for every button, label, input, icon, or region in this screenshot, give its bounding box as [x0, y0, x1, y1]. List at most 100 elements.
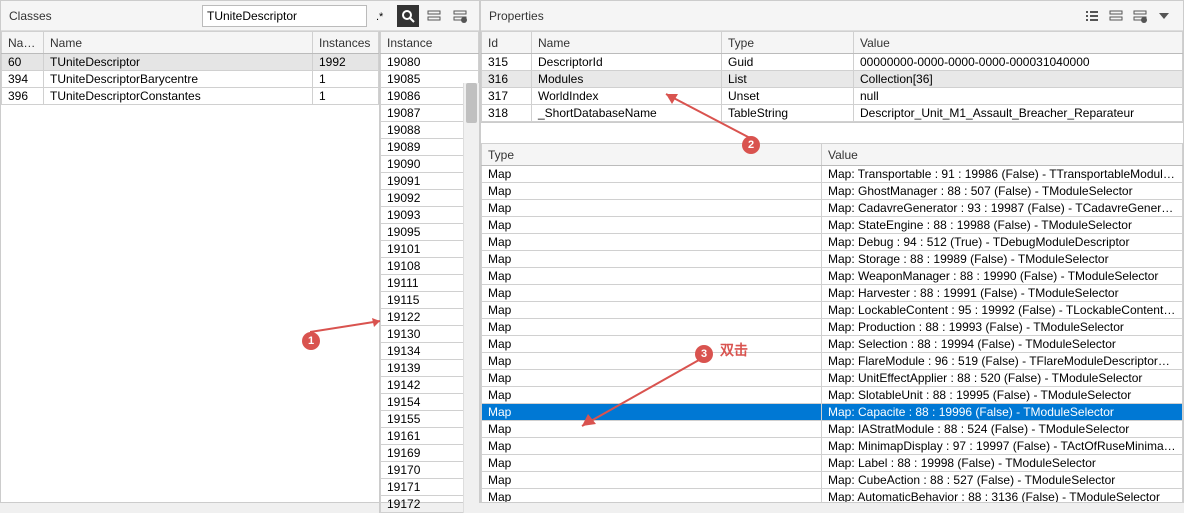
module-row[interactable]: MapMap: CadavreGenerator : 93 : 19987 (F…	[482, 200, 1183, 217]
prop-type: Guid	[722, 54, 854, 71]
class-row[interactable]: 396TUniteDescriptorConstantes1	[2, 88, 379, 105]
properties-table[interactable]: Id Name Type Value 315DescriptorIdGuid00…	[481, 31, 1183, 122]
classes-header: Classes .*	[1, 1, 479, 31]
module-value: Map: IAStratModule : 88 : 524 (False) - …	[822, 421, 1183, 438]
prop-name: _ShortDatabaseName	[532, 105, 722, 122]
col-count[interactable]: Instances	[313, 32, 379, 54]
grid-view-icon[interactable]	[1105, 5, 1127, 27]
module-row[interactable]: MapMap: UnitEffectApplier : 88 : 520 (Fa…	[482, 370, 1183, 387]
dropdown-icon[interactable]	[1153, 5, 1175, 27]
module-value: Map: FlareModule : 96 : 519 (False) - TF…	[822, 353, 1183, 370]
module-value: Map: Label : 88 : 19998 (False) - TModul…	[822, 455, 1183, 472]
module-value: Map: Transportable : 91 : 19986 (False) …	[822, 166, 1183, 183]
module-row[interactable]: MapMap: FlareModule : 96 : 519 (False) -…	[482, 353, 1183, 370]
instance-id: 19080	[381, 54, 479, 71]
module-type: Map	[482, 234, 822, 251]
class-name: TUniteDescriptor	[44, 54, 313, 71]
module-type: Map	[482, 200, 822, 217]
module-row[interactable]: MapMap: AutomaticBehavior : 88 : 3136 (F…	[482, 489, 1183, 503]
prop-type: TableString	[722, 105, 854, 122]
collapse-icon[interactable]	[449, 5, 471, 27]
module-row[interactable]: MapMap: Label : 88 : 19998 (False) - TMo…	[482, 455, 1183, 472]
module-type: Map	[482, 336, 822, 353]
col-instance[interactable]: Instance	[381, 32, 479, 54]
properties-pane: Properties Id Name Type Value 315Descrip…	[480, 0, 1184, 503]
module-row[interactable]: MapMap: Storage : 88 : 19989 (False) - T…	[482, 251, 1183, 268]
scrollbar-thumb[interactable]	[466, 83, 477, 123]
col-prop-type[interactable]: Type	[722, 32, 854, 54]
property-row[interactable]: 317WorldIndexUnsetnull	[482, 88, 1183, 105]
module-row[interactable]: MapMap: Capacite : 88 : 19996 (False) - …	[482, 404, 1183, 421]
prop-type: Unset	[722, 88, 854, 105]
module-row[interactable]: MapMap: WeaponManager : 88 : 19990 (Fals…	[482, 268, 1183, 285]
class-id: 394	[2, 71, 44, 88]
col-id[interactable]: Name	[2, 32, 44, 54]
properties-title: Properties	[489, 9, 544, 23]
module-row[interactable]: MapMap: LockableContent : 95 : 19992 (Fa…	[482, 302, 1183, 319]
module-row[interactable]: MapMap: GhostManager : 88 : 507 (False) …	[482, 183, 1183, 200]
module-type: Map	[482, 183, 822, 200]
list-view-icon[interactable]	[1081, 5, 1103, 27]
properties-header: Properties	[481, 1, 1183, 31]
module-type: Map	[482, 489, 822, 503]
col-name[interactable]: Name	[44, 32, 313, 54]
svg-text:.*: .*	[376, 11, 384, 23]
classes-table[interactable]: Name Name Instances 60TUniteDescriptor19…	[1, 31, 379, 105]
module-row[interactable]: MapMap: Transportable : 91 : 19986 (Fals…	[482, 166, 1183, 183]
module-type: Map	[482, 387, 822, 404]
module-row[interactable]: MapMap: Debug : 94 : 512 (True) - TDebug…	[482, 234, 1183, 251]
module-row[interactable]: MapMap: SlotableUnit : 88 : 19995 (False…	[482, 387, 1183, 404]
module-type: Map	[482, 455, 822, 472]
module-type: Map	[482, 353, 822, 370]
search-icon[interactable]	[397, 5, 419, 27]
module-type: Map	[482, 251, 822, 268]
module-type: Map	[482, 438, 822, 455]
class-name: TUniteDescriptorConstantes	[44, 88, 313, 105]
prop-value: Collection[36]	[854, 71, 1183, 88]
module-row[interactable]: MapMap: Harvester : 88 : 19991 (False) -…	[482, 285, 1183, 302]
instance-row[interactable]: 19080	[381, 54, 479, 71]
module-value: Map: Storage : 88 : 19989 (False) - TMod…	[822, 251, 1183, 268]
prop-id: 318	[482, 105, 532, 122]
col-prop-id[interactable]: Id	[482, 32, 532, 54]
module-type: Map	[482, 217, 822, 234]
module-value: Map: Capacite : 88 : 19996 (False) - TMo…	[822, 404, 1183, 421]
module-value: Map: Harvester : 88 : 19991 (False) - TM…	[822, 285, 1183, 302]
class-filter-input[interactable]	[202, 5, 367, 27]
action-icon[interactable]	[1129, 5, 1151, 27]
module-row[interactable]: MapMap: Selection : 88 : 19994 (False) -…	[482, 336, 1183, 353]
expand-icon[interactable]	[423, 5, 445, 27]
module-value: Map: SlotableUnit : 88 : 19995 (False) -…	[822, 387, 1183, 404]
module-row[interactable]: MapMap: StateEngine : 88 : 19988 (False)…	[482, 217, 1183, 234]
module-type: Map	[482, 302, 822, 319]
col-mod-value[interactable]: Value	[822, 144, 1183, 166]
module-row[interactable]: MapMap: MinimapDisplay : 97 : 19997 (Fal…	[482, 438, 1183, 455]
prop-type: List	[722, 71, 854, 88]
class-row[interactable]: 60TUniteDescriptor1992	[2, 54, 379, 71]
module-row[interactable]: MapMap: IAStratModule : 88 : 524 (False)…	[482, 421, 1183, 438]
module-row[interactable]: MapMap: CubeAction : 88 : 527 (False) - …	[482, 472, 1183, 489]
class-row[interactable]: 394TUniteDescriptorBarycentre1	[2, 71, 379, 88]
module-value: Map: Debug : 94 : 512 (True) - TDebugMod…	[822, 234, 1183, 251]
class-count: 1	[313, 71, 379, 88]
module-type: Map	[482, 421, 822, 438]
col-mod-type[interactable]: Type	[482, 144, 822, 166]
prop-value: 00000000-0000-0000-0000-000031040000	[854, 54, 1183, 71]
filter-regex-icon[interactable]: .*	[371, 5, 393, 27]
property-row[interactable]: 318_ShortDatabaseNameTableStringDescript…	[482, 105, 1183, 122]
prop-name: DescriptorId	[532, 54, 722, 71]
module-value: Map: WeaponManager : 88 : 19990 (False) …	[822, 268, 1183, 285]
prop-value: Descriptor_Unit_M1_Assault_Breacher_Repa…	[854, 105, 1183, 122]
col-prop-name[interactable]: Name	[532, 32, 722, 54]
class-id: 60	[2, 54, 44, 71]
module-value: Map: GhostManager : 88 : 507 (False) - T…	[822, 183, 1183, 200]
property-row[interactable]: 316ModulesListCollection[36]	[482, 71, 1183, 88]
instance-scrollbar[interactable]	[463, 83, 479, 513]
modules-table[interactable]: Type Value MapMap: Transportable : 91 : …	[481, 143, 1183, 502]
module-value: Map: CadavreGenerator : 93 : 19987 (Fals…	[822, 200, 1183, 217]
col-prop-value[interactable]: Value	[854, 32, 1183, 54]
property-row[interactable]: 315DescriptorIdGuid00000000-0000-0000-00…	[482, 54, 1183, 71]
module-row[interactable]: MapMap: Production : 88 : 19993 (False) …	[482, 319, 1183, 336]
module-type: Map	[482, 319, 822, 336]
prop-id: 316	[482, 71, 532, 88]
